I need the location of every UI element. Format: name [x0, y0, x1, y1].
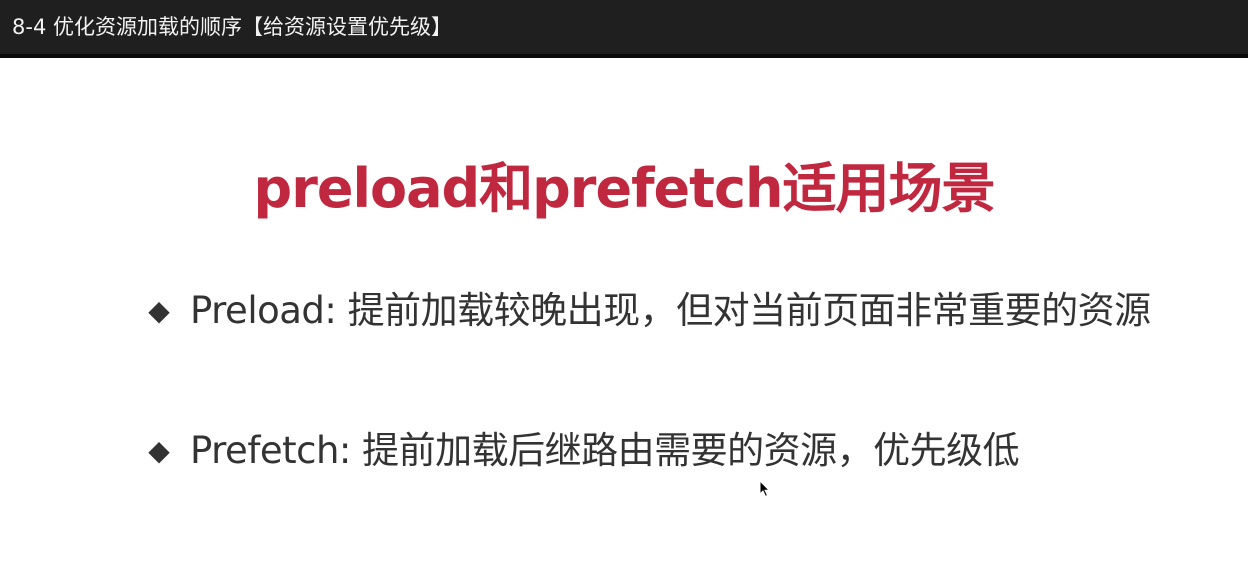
slide-canvas: preload和prefetch适用场景 ◆ Preload: 提前加载较晚出现…: [0, 58, 1248, 581]
mouse-pointer-icon: [759, 480, 771, 498]
window-title: 8-4 优化资源加载的顺序【给资源设置优先级】: [12, 15, 452, 39]
bullet-item-preload: ◆ Preload: 提前加载较晚出现，但对当前页面非常重要的资源: [142, 286, 1151, 336]
bullet-text: Prefetch: 提前加载后继路由需要的资源，优先级低: [190, 429, 1020, 472]
diamond-bullet-icon: ◆: [148, 294, 170, 327]
window-titlebar: 8-4 优化资源加载的顺序【给资源设置优先级】: [0, 0, 1248, 58]
slide-title: preload和prefetch适用场景: [253, 157, 996, 220]
bullet-text: Preload: 提前加载较晚出现，但对当前页面非常重要的资源: [190, 289, 1151, 332]
diamond-bullet-icon: ◆: [148, 434, 170, 467]
bullet-item-prefetch: ◆ Prefetch: 提前加载后继路由需要的资源，优先级低: [142, 426, 1019, 476]
